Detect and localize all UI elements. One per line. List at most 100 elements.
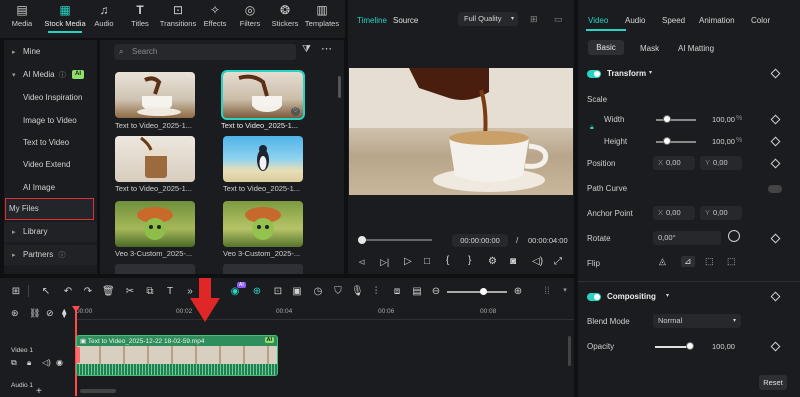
sidebar-mine[interactable]: ▸ Mine: [4, 42, 97, 62]
mark-out-icon[interactable]: }: [468, 255, 471, 266]
aspect-ratio-icon[interactable]: ▭: [554, 14, 563, 25]
chevron-down-icon[interactable]: ▾: [649, 69, 652, 76]
height-slider[interactable]: [656, 141, 696, 143]
thumbnail-text-to-video-1[interactable]: [115, 72, 195, 118]
keyframe-icon[interactable]: [770, 233, 781, 244]
thumbnail-veo-custom-1[interactable]: [115, 201, 195, 247]
sidebar-item-video-extend[interactable]: Video Extend: [4, 155, 97, 175]
rotate-input[interactable]: 0,00°: [653, 231, 721, 245]
delete-icon[interactable]: 🗑︎: [102, 286, 115, 297]
redo-icon[interactable]: ↷: [82, 286, 94, 297]
toolbar-audio[interactable]: ♫ Audio: [86, 3, 122, 28]
link-icon[interactable]: ⛓︎: [29, 308, 40, 319]
heart-icon[interactable]: ♡: [291, 107, 300, 116]
stop-icon[interactable]: □: [424, 256, 430, 267]
keyframe-icon[interactable]: [770, 291, 781, 302]
zoom-slider[interactable]: [447, 291, 507, 293]
flip-vertical-icon[interactable]: ⊿: [681, 256, 695, 267]
replace-icon[interactable]: ⧈: [391, 286, 403, 297]
toolbar-stock-media[interactable]: ▦ Stock Media: [44, 3, 86, 33]
search-input[interactable]: ⌕ Search: [114, 44, 296, 60]
smart-cutout-icon[interactable]: ⊡: [272, 286, 284, 297]
width-value[interactable]: 100,00: [712, 115, 735, 124]
scrollbar[interactable]: [338, 76, 341, 98]
more-options-icon[interactable]: ▾: [559, 286, 571, 294]
sidebar-item-text-to-video[interactable]: Text to Video: [4, 133, 97, 153]
camera-icon[interactable]: ◙: [510, 256, 516, 267]
sidebar-library[interactable]: ▸ Library: [4, 222, 97, 242]
flip-horizontal-icon[interactable]: ◬: [659, 256, 666, 267]
add-track-icon[interactable]: ⊛: [11, 308, 19, 319]
motion-tracking-icon[interactable]: ⊕: [251, 286, 263, 297]
width-slider-knob[interactable]: [663, 115, 671, 123]
height-slider-knob[interactable]: [663, 137, 671, 145]
toolbar-media[interactable]: ▤ Media: [4, 3, 40, 28]
zoom-in-icon[interactable]: ⊕: [512, 286, 524, 297]
sidebar-ai-media[interactable]: ▾ AI Media ⓘ AI: [4, 65, 97, 85]
fullscreen-icon[interactable]: ⤢: [554, 256, 562, 267]
speed-icon[interactable]: ◷: [312, 286, 324, 297]
thumbnail-text-to-video-2[interactable]: ♡: [221, 70, 305, 120]
snapshot-grid-icon[interactable]: ⊞: [530, 14, 538, 25]
tab-color[interactable]: Color: [751, 16, 770, 25]
zoom-out-icon[interactable]: ⊖: [430, 286, 442, 297]
track-settings-icon[interactable]: ⧉: [11, 358, 17, 368]
step-back-icon[interactable]: ▷|: [380, 257, 389, 268]
image-icon[interactable]: ▣: [291, 286, 303, 297]
horizontal-scrollbar[interactable]: [80, 389, 116, 393]
text-tool-icon[interactable]: T: [164, 286, 176, 297]
keyframe-icon[interactable]: [770, 341, 781, 352]
thumbnail-text-to-video-4[interactable]: [223, 136, 303, 182]
volume-icon[interactable]: ◁): [532, 256, 543, 267]
select-tool-icon[interactable]: ↖: [40, 286, 52, 297]
opacity-slider-knob[interactable]: [686, 342, 694, 350]
anchor-x-input[interactable]: X 0,00: [653, 206, 695, 220]
toolbar-effects[interactable]: ✧ Effects: [197, 3, 233, 28]
settings-icon[interactable]: ⚙: [488, 256, 497, 267]
scrubber-handle[interactable]: [358, 236, 366, 244]
toolbar-stickers[interactable]: ❂ Stickers: [267, 3, 303, 28]
subtab-mask[interactable]: Mask: [640, 44, 659, 53]
rotate-right-icon[interactable]: ⬚: [727, 256, 736, 267]
subtab-ai-matting[interactable]: AI Matting: [678, 44, 714, 53]
previous-frame-icon[interactable]: ⊲: [358, 257, 366, 268]
anchor-y-input[interactable]: Y 0,00: [700, 206, 742, 220]
blend-mode-select[interactable]: Normal ▾: [653, 314, 741, 328]
keyframe-icon[interactable]: [770, 68, 781, 79]
toolbar-templates[interactable]: ▥ Templates: [303, 3, 341, 28]
tab-timeline[interactable]: Timeline: [357, 16, 387, 25]
thumbnail-veo-custom-2[interactable]: [223, 201, 303, 247]
rotate-dial-icon[interactable]: [728, 230, 740, 242]
sidebar-partners[interactable]: ▸ Partners ⓘ: [4, 245, 97, 265]
more-options-icon[interactable]: ⋯: [321, 42, 332, 55]
grid-view-icon[interactable]: ⁞⁞: [541, 286, 553, 297]
mark-in-icon[interactable]: {: [446, 255, 449, 266]
filter-icon[interactable]: ⧩: [302, 44, 311, 55]
tab-source[interactable]: Source: [393, 16, 418, 25]
reset-button[interactable]: Reset: [759, 375, 787, 390]
marker-icon[interactable]: ⧫: [62, 308, 66, 319]
lock-icon[interactable]: 🔒︎: [590, 124, 594, 132]
keyframe-icon[interactable]: [770, 136, 781, 147]
height-value[interactable]: 100,00: [712, 137, 735, 146]
snap-icon[interactable]: ⊘: [46, 308, 54, 319]
width-slider[interactable]: [656, 119, 696, 121]
audio-toggle-icon[interactable]: ◁): [42, 358, 51, 367]
keyframe-icon[interactable]: [770, 158, 781, 169]
subtab-basic[interactable]: Basic: [588, 40, 624, 55]
quality-select[interactable]: Full Quality ▾: [458, 12, 518, 26]
crop-icon[interactable]: ⧉: [144, 286, 156, 297]
toolbar-transitions[interactable]: ⊡ Transitions: [159, 3, 197, 28]
compositing-toggle[interactable]: [587, 293, 601, 301]
play-icon[interactable]: ▷: [404, 256, 412, 267]
rotate-left-icon[interactable]: ⬚: [705, 256, 714, 267]
toolbar-titles[interactable]: T Titles: [122, 3, 158, 28]
sidebar-item-my-files[interactable]: My Files: [5, 198, 94, 220]
position-y-input[interactable]: Y 0,00: [700, 156, 742, 170]
microphone-icon[interactable]: 🎙︎: [351, 286, 364, 297]
sidebar-item-image-to-video[interactable]: Image to Video: [4, 111, 97, 131]
thumbnail-text-to-video-3[interactable]: [115, 136, 195, 182]
opacity-value[interactable]: 100,00: [712, 342, 735, 351]
playback-scrubber[interactable]: [362, 239, 432, 241]
path-curve-toggle[interactable]: [768, 185, 782, 193]
